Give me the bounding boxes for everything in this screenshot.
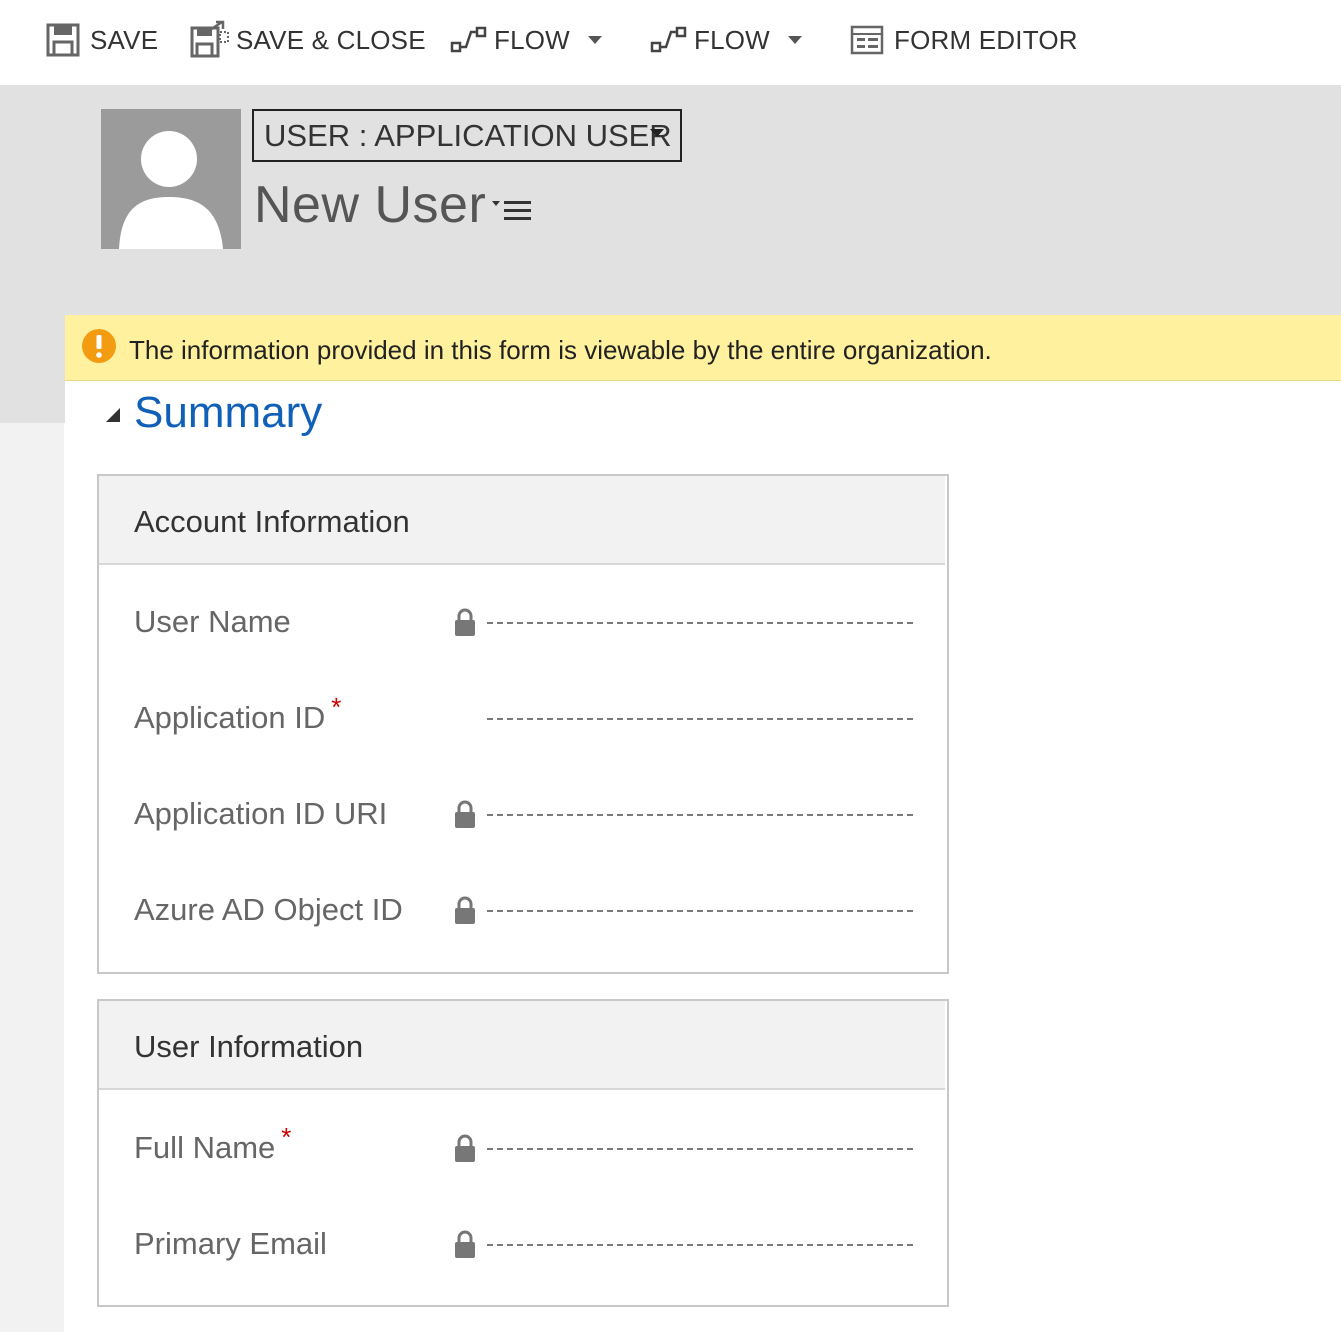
required-asterisk-icon: * [331,692,342,722]
field-primary-email: Primary Email [99,1218,947,1278]
field-label: User Name [134,604,291,639]
field-label: Azure AD Object ID [134,892,403,927]
form-editor-label: FORM EDITOR [894,24,1078,55]
card-header: Account Information [99,476,945,565]
card-header: User Information [99,1001,945,1090]
lock-icon [455,1134,475,1162]
field-label: Primary Email [134,1226,327,1261]
form-editor-icon [850,25,884,55]
chevron-down-icon [587,36,602,44]
lock-icon [455,1230,475,1258]
section-title-summary: Summary [134,388,323,437]
card-title: User Information [134,1029,364,1064]
left-rail-panel [0,423,64,1332]
save-close-label: SAVE & CLOSE [236,24,426,55]
notification-bar: The information provided in this form is… [65,315,1341,381]
flow-label-1: FLOW [494,24,570,55]
field-label: Full Name * [134,1122,292,1165]
field-application-id-uri: Application ID URI [99,788,947,848]
full-name-input[interactable] [487,1148,913,1150]
record-title: New User [254,176,487,234]
field-label: Application ID URI [134,796,388,831]
flow-label-2: FLOW [694,24,770,55]
save-close-button[interactable]: SAVE & CLOSE [190,18,426,62]
collapse-icon[interactable] [106,408,120,422]
user-information-card: User Information Full Name * Primary Emai… [97,999,949,1307]
notification-text: The information provided in this form is… [129,335,992,365]
field-user-name: User Name [99,596,947,656]
save-button[interactable]: SAVE [46,18,158,62]
card-title: Account Information [134,504,410,539]
warning-icon [82,329,116,363]
account-information-card: Account Information User Name Applicatio… [97,474,949,974]
left-rail [0,315,65,423]
flow-icon [650,26,687,53]
application-id-uri-input[interactable] [487,814,913,816]
flow-icon [450,26,487,53]
form-editor-button[interactable]: FORM EDITOR [850,18,1078,62]
azure-ad-object-id-input[interactable] [487,910,913,912]
avatar[interactable] [101,109,241,249]
flow-button-1[interactable]: FLOW [450,18,602,62]
flow-button-2[interactable]: FLOW [650,18,802,62]
required-asterisk-icon: * [281,1122,292,1152]
user-name-input[interactable] [487,622,913,624]
lock-icon [455,608,475,636]
chevron-down-icon [787,36,802,44]
lock-icon [455,800,475,828]
record-menu-icon[interactable] [491,196,533,226]
primary-email-input[interactable] [487,1244,913,1246]
field-azure-ad-object-id: Azure AD Object ID [99,884,947,944]
save-icon [46,23,80,57]
form-selector-label: USER : APPLICATION USER [264,117,672,153]
field-full-name: Full Name * [99,1122,947,1182]
chevron-down-icon [650,129,664,137]
user-silhouette-icon [119,131,223,249]
save-close-icon [190,20,229,58]
application-id-input[interactable] [487,718,913,720]
command-bar: SAVE SAVE & CLOSE FLOW FLOW FORM EDITOR [0,0,1341,85]
lock-icon [455,896,475,924]
save-label: SAVE [90,24,159,55]
field-application-id: Application ID * [99,692,947,752]
field-label: Application ID * [134,692,342,735]
form-selector-dropdown[interactable]: USER : APPLICATION USER [252,109,682,162]
